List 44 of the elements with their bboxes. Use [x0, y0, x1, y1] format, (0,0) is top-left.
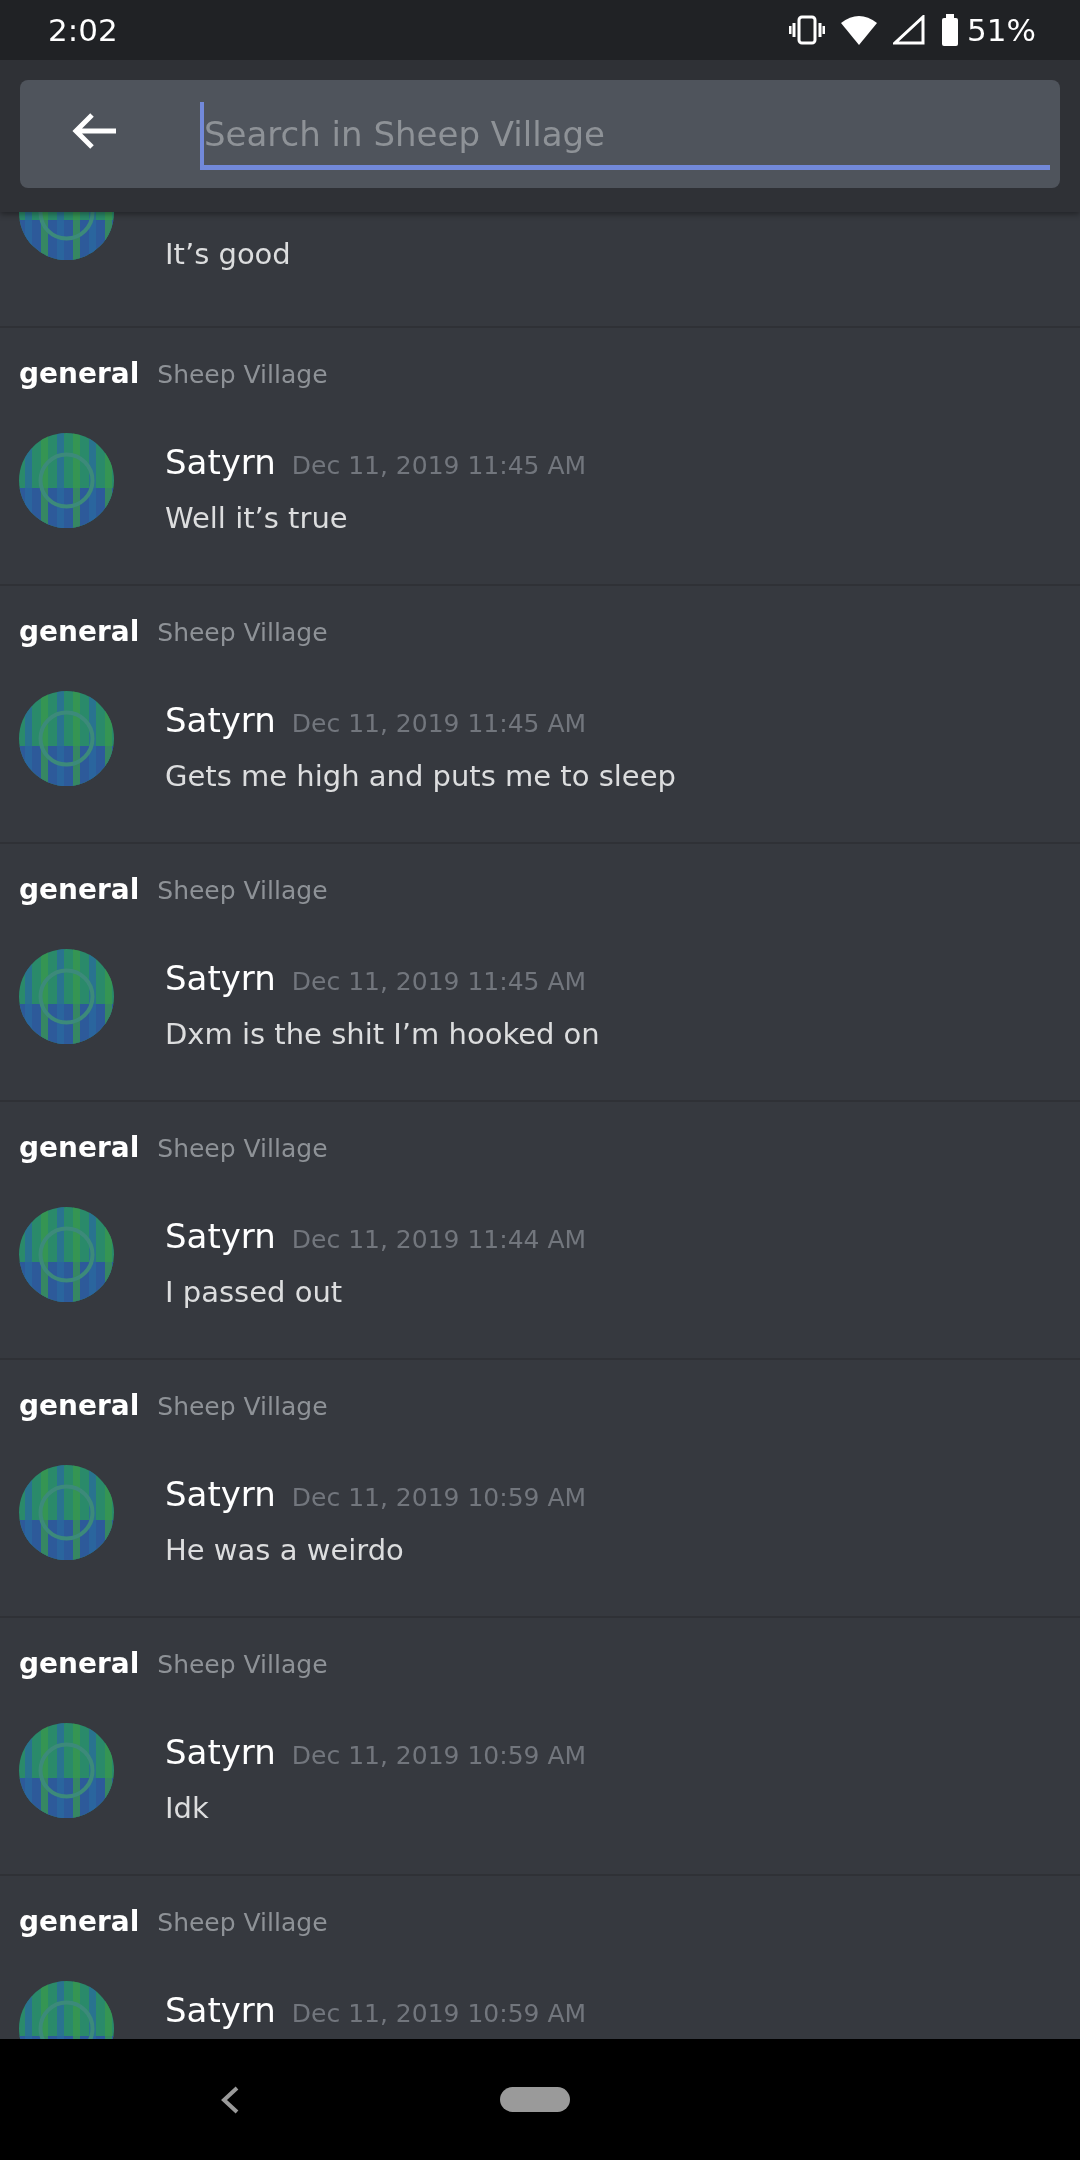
wifi-icon [841, 15, 878, 45]
message-text: Idk [165, 1790, 210, 1827]
channel-name: general [19, 1388, 140, 1424]
server-name: Sheep Village [157, 359, 328, 391]
author-name: Satyrn [165, 1989, 276, 2032]
signal-icon [893, 15, 926, 45]
server-name: Sheep Village [157, 617, 328, 649]
server-name: Sheep Village [157, 875, 328, 907]
channel-name: general [19, 872, 140, 908]
message-timestamp: Dec 11, 2019 10:59 AM [291, 1482, 587, 1514]
message-timestamp: Dec 11, 2019 11:44 AM [291, 1224, 587, 1256]
channel-name: general [19, 356, 140, 392]
author-name: Satyrn [165, 441, 276, 484]
nav-back-icon[interactable] [220, 2084, 240, 2115]
server-name: Sheep Village [157, 1391, 328, 1423]
author-name: Satyrn [165, 1215, 276, 1258]
message-text: Gets me high and puts me to sleep [165, 758, 676, 795]
channel-name: general [19, 1646, 140, 1682]
battery-percent: 51% [967, 10, 1036, 50]
server-name: Sheep Village [157, 1649, 328, 1681]
message-timestamp: Dec 11, 2019 11:45 AM [291, 450, 587, 482]
message-timestamp: Dec 11, 2019 10:59 AM [291, 1740, 587, 1772]
home-handle-icon[interactable] [500, 2087, 570, 2112]
status-time: 2:02 [48, 10, 118, 50]
battery-icon [941, 14, 960, 46]
author-name: Satyrn [165, 1731, 276, 1774]
message-text: Dxm is the shit I’m hooked on [165, 1016, 600, 1053]
author-name: Satyrn [165, 699, 276, 742]
channel-name: general [19, 1904, 140, 1940]
channel-name: general [19, 614, 140, 650]
message-timestamp: Dec 11, 2019 11:45 AM [291, 966, 587, 998]
message-timestamp: Dec 11, 2019 11:45 AM [291, 708, 587, 740]
channel-name: general [19, 1130, 140, 1166]
vibrate-icon [789, 15, 826, 45]
message-text: I passed out [165, 1274, 344, 1311]
message-text: It’s good [165, 236, 291, 273]
author-name: Satyrn [165, 957, 276, 1000]
message-text: He was a weirdo [165, 1532, 405, 1569]
author-name: Satyrn [165, 1473, 276, 1516]
message-timestamp: Dec 11, 2019 10:59 AM [291, 1998, 587, 2030]
server-name: Sheep Village [157, 1907, 328, 1939]
message-text: Well it’s true [165, 500, 349, 537]
server-name: Sheep Village [157, 1133, 328, 1165]
search-bar[interactable]: Search in Sheep Village [20, 80, 1060, 188]
